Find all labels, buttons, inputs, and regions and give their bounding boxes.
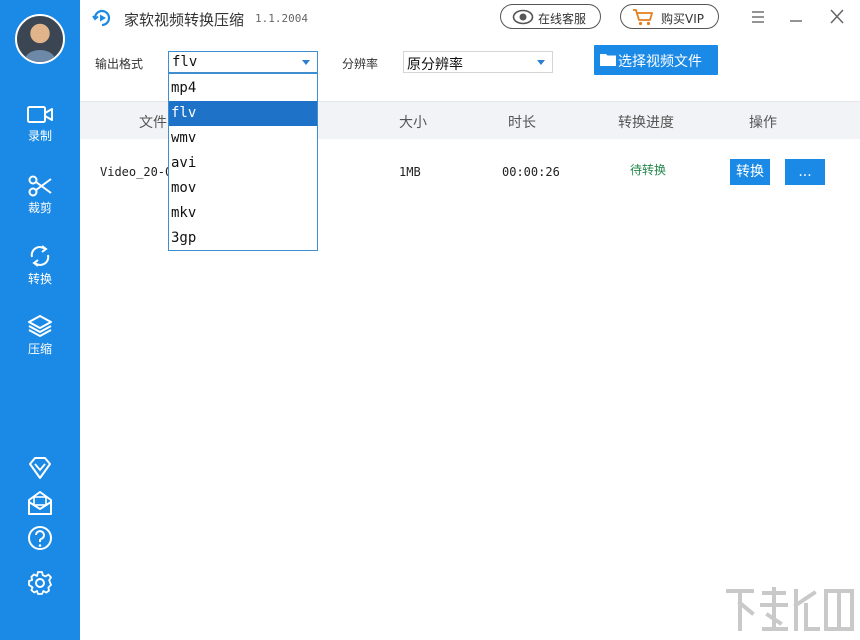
user-avatar[interactable]: [15, 14, 65, 64]
eye-service-icon: [512, 9, 534, 25]
buy-vip-label: 购买VIP: [661, 12, 704, 26]
header-size: 大小: [399, 115, 427, 131]
resolution-value: 原分辨率: [407, 57, 463, 73]
title-bar: 家软视频转换压缩 1.1.2004 在线客服 购买VIP: [80, 0, 860, 36]
vip-diamond-icon[interactable]: [27, 455, 53, 481]
format-option-mov[interactable]: mov: [169, 176, 317, 201]
mail-icon[interactable]: [27, 490, 53, 516]
shopping-cart-icon: [633, 9, 653, 26]
nav-record-label: 录制: [27, 129, 52, 143]
header-duration: 时长: [508, 115, 536, 131]
folder-icon: [600, 54, 616, 66]
watermark-logo-icon: [726, 587, 854, 631]
settings-gear-icon[interactable]: [27, 570, 53, 596]
resolution-label: 分辨率: [342, 57, 379, 71]
nav-crop[interactable]: 裁剪: [0, 174, 80, 234]
output-format-label: 输出格式: [95, 57, 144, 71]
nav-compress-label: 压缩: [27, 342, 52, 356]
format-option-wmv[interactable]: wmv: [169, 126, 317, 151]
row-status: 待转换: [630, 163, 667, 177]
buy-vip-button[interactable]: 购买VIP: [620, 4, 719, 29]
app-logo-icon: [92, 9, 111, 27]
select-video-file-label: 选择视频文件: [618, 54, 702, 70]
video-camera-icon: [27, 106, 53, 123]
select-video-file-button[interactable]: 选择视频文件: [594, 45, 718, 75]
more-options-button[interactable]: ...: [785, 159, 825, 185]
scissors-icon: [28, 175, 52, 197]
nav-convert-label: 转换: [27, 272, 52, 286]
header-actions: 操作: [749, 115, 777, 131]
nav-compress[interactable]: 压缩: [0, 313, 80, 373]
chevron-down-icon: [537, 60, 545, 65]
menu-icon[interactable]: [746, 6, 770, 28]
help-icon[interactable]: [27, 525, 53, 551]
format-option-mkv[interactable]: mkv: [169, 201, 317, 226]
format-option-mp4[interactable]: mp4: [169, 76, 317, 101]
output-format-value: flv: [172, 54, 198, 70]
format-option-avi[interactable]: avi: [169, 151, 317, 176]
row-size: 1MB: [399, 165, 421, 179]
format-option-3gp[interactable]: 3gp: [169, 226, 317, 251]
row-filename: Video_20-0: [100, 165, 173, 179]
output-format-select[interactable]: flv: [168, 51, 318, 73]
layers-icon: [28, 315, 52, 337]
row-duration: 00:00:26: [502, 165, 560, 179]
chevron-down-icon: [302, 60, 310, 65]
online-service-button[interactable]: 在线客服: [500, 4, 601, 29]
minimize-icon[interactable]: [784, 6, 808, 28]
nav-convert[interactable]: 转换: [0, 243, 80, 303]
nav-crop-label: 裁剪: [27, 201, 52, 215]
output-format-dropdown: mp4 flv wmv avi mov mkv 3gp: [168, 73, 318, 251]
app-title: 家软视频转换压缩: [124, 11, 245, 29]
sidebar: 录制 裁剪 转换 压缩: [0, 0, 80, 640]
header-filename: 文件: [139, 115, 167, 131]
online-service-label: 在线客服: [538, 12, 587, 26]
nav-record[interactable]: 录制: [0, 104, 80, 164]
resolution-select[interactable]: 原分辨率: [403, 51, 553, 73]
app-version: 1.1.2004: [255, 12, 308, 25]
close-icon[interactable]: [825, 6, 849, 28]
header-progress: 转换进度: [618, 115, 674, 131]
convert-arrows-icon: [30, 245, 50, 267]
format-option-flv[interactable]: flv: [169, 101, 317, 126]
convert-button[interactable]: 转换: [730, 159, 770, 185]
